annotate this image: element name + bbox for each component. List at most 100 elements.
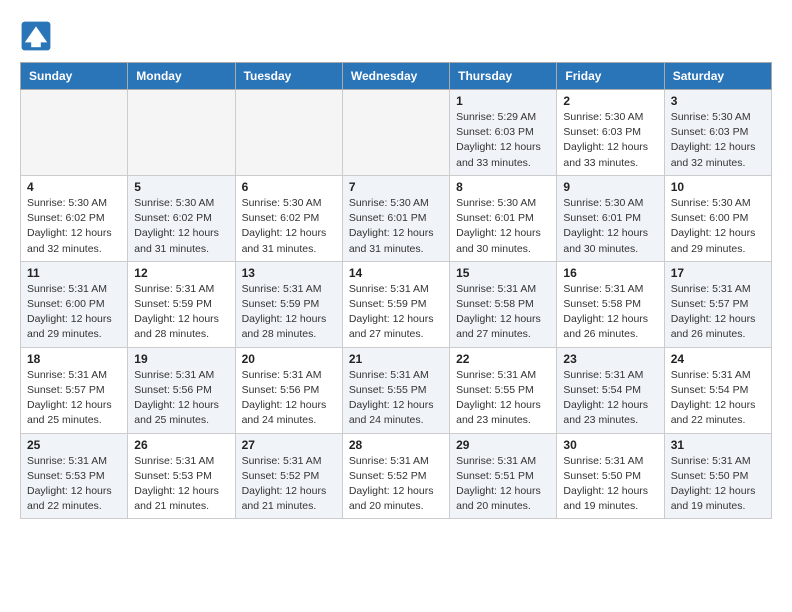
weekday-header-monday: Monday	[128, 63, 235, 90]
calendar-cell: 29 Sunrise: 5:31 AM Sunset: 5:51 PM Dayli…	[450, 433, 557, 519]
calendar-cell: 30 Sunrise: 5:31 AM Sunset: 5:50 PM Dayli…	[557, 433, 664, 519]
calendar-cell: 2 Sunrise: 5:30 AM Sunset: 6:03 PM Daylig…	[557, 90, 664, 176]
calendar-cell: 20 Sunrise: 5:31 AM Sunset: 5:56 PM Dayli…	[235, 347, 342, 433]
calendar-cell: 13Sunrise: 5:31 AM Sunset: 5:59 PM Dayli…	[235, 261, 342, 347]
calendar-cell	[342, 90, 449, 176]
day-info: Sunrise: 5:30 AM Sunset: 6:03 PM Dayligh…	[671, 110, 765, 171]
day-info: Sunrise: 5:31 AM Sunset: 5:55 PM Dayligh…	[456, 368, 550, 429]
day-info: Sunrise: 5:31 AM Sunset: 5:58 PM Dayligh…	[456, 282, 550, 343]
day-number: 12	[134, 266, 228, 280]
calendar-cell: 8Sunrise: 5:30 AM Sunset: 6:01 PM Daylig…	[450, 175, 557, 261]
day-number: 13	[242, 266, 336, 280]
calendar-cell: 4 Sunrise: 5:30 AM Sunset: 6:02 PM Daylig…	[21, 175, 128, 261]
day-number: 16	[563, 266, 657, 280]
day-info: Sunrise: 5:31 AM Sunset: 5:50 PM Dayligh…	[671, 454, 765, 515]
day-number: 2	[563, 94, 657, 108]
logo	[20, 20, 56, 52]
day-number: 25	[27, 438, 121, 452]
day-info: Sunrise: 5:31 AM Sunset: 5:53 PM Dayligh…	[27, 454, 121, 515]
day-number: 23	[563, 352, 657, 366]
calendar-cell: 3 Sunrise: 5:30 AM Sunset: 6:03 PM Daylig…	[664, 90, 771, 176]
day-info: Sunrise: 5:31 AM Sunset: 5:58 PM Dayligh…	[563, 282, 657, 343]
calendar-cell: 22 Sunrise: 5:31 AM Sunset: 5:55 PM Dayli…	[450, 347, 557, 433]
calendar-cell: 11Sunrise: 5:31 AM Sunset: 6:00 PM Dayli…	[21, 261, 128, 347]
calendar-cell: 24Sunrise: 5:31 AM Sunset: 5:54 PM Dayli…	[664, 347, 771, 433]
week-row-4: 25 Sunrise: 5:31 AM Sunset: 5:53 PM Dayli…	[21, 433, 772, 519]
day-number: 7	[349, 180, 443, 194]
weekday-header-thursday: Thursday	[450, 63, 557, 90]
calendar-cell: 28 Sunrise: 5:31 AM Sunset: 5:52 PM Dayli…	[342, 433, 449, 519]
day-number: 27	[242, 438, 336, 452]
calendar-cell: 18Sunrise: 5:31 AM Sunset: 5:57 PM Dayli…	[21, 347, 128, 433]
day-number: 3	[671, 94, 765, 108]
day-number: 22	[456, 352, 550, 366]
calendar-cell: 26 Sunrise: 5:31 AM Sunset: 5:53 PM Dayli…	[128, 433, 235, 519]
day-info: Sunrise: 5:31 AM Sunset: 5:56 PM Dayligh…	[242, 368, 336, 429]
week-row-0: 1Sunrise: 5:29 AM Sunset: 6:03 PM Daylig…	[21, 90, 772, 176]
day-number: 19	[134, 352, 228, 366]
day-info: Sunrise: 5:31 AM Sunset: 5:55 PM Dayligh…	[349, 368, 443, 429]
calendar-cell: 23 Sunrise: 5:31 AM Sunset: 5:54 PM Dayli…	[557, 347, 664, 433]
day-number: 30	[563, 438, 657, 452]
day-info: Sunrise: 5:31 AM Sunset: 5:50 PM Dayligh…	[563, 454, 657, 515]
day-info: Sunrise: 5:30 AM Sunset: 6:03 PM Dayligh…	[563, 110, 657, 171]
day-info: Sunrise: 5:31 AM Sunset: 5:53 PM Dayligh…	[134, 454, 228, 515]
weekday-header-friday: Friday	[557, 63, 664, 90]
week-row-1: 4 Sunrise: 5:30 AM Sunset: 6:02 PM Daylig…	[21, 175, 772, 261]
calendar-table: SundayMondayTuesdayWednesdayThursdayFrid…	[20, 62, 772, 519]
day-info: Sunrise: 5:31 AM Sunset: 5:52 PM Dayligh…	[242, 454, 336, 515]
page-header	[20, 20, 772, 52]
day-info: Sunrise: 5:29 AM Sunset: 6:03 PM Dayligh…	[456, 110, 550, 171]
day-info: Sunrise: 5:31 AM Sunset: 5:59 PM Dayligh…	[349, 282, 443, 343]
day-number: 4	[27, 180, 121, 194]
day-info: Sunrise: 5:30 AM Sunset: 6:01 PM Dayligh…	[563, 196, 657, 257]
calendar-cell: 25 Sunrise: 5:31 AM Sunset: 5:53 PM Dayli…	[21, 433, 128, 519]
weekday-header-row: SundayMondayTuesdayWednesdayThursdayFrid…	[21, 63, 772, 90]
day-number: 20	[242, 352, 336, 366]
day-info: Sunrise: 5:31 AM Sunset: 5:56 PM Dayligh…	[134, 368, 228, 429]
day-number: 31	[671, 438, 765, 452]
calendar-cell: 7Sunrise: 5:30 AM Sunset: 6:01 PM Daylig…	[342, 175, 449, 261]
calendar-cell: 27 Sunrise: 5:31 AM Sunset: 5:52 PM Dayli…	[235, 433, 342, 519]
day-number: 15	[456, 266, 550, 280]
day-number: 17	[671, 266, 765, 280]
day-info: Sunrise: 5:31 AM Sunset: 5:59 PM Dayligh…	[134, 282, 228, 343]
calendar-cell	[21, 90, 128, 176]
day-info: Sunrise: 5:31 AM Sunset: 5:52 PM Dayligh…	[349, 454, 443, 515]
calendar-cell: 21 Sunrise: 5:31 AM Sunset: 5:55 PM Dayli…	[342, 347, 449, 433]
calendar-cell: 9 Sunrise: 5:30 AM Sunset: 6:01 PM Daylig…	[557, 175, 664, 261]
day-info: Sunrise: 5:30 AM Sunset: 6:02 PM Dayligh…	[134, 196, 228, 257]
weekday-header-tuesday: Tuesday	[235, 63, 342, 90]
calendar-cell: 5 Sunrise: 5:30 AM Sunset: 6:02 PM Daylig…	[128, 175, 235, 261]
day-info: Sunrise: 5:30 AM Sunset: 6:02 PM Dayligh…	[242, 196, 336, 257]
day-info: Sunrise: 5:30 AM Sunset: 6:02 PM Dayligh…	[27, 196, 121, 257]
day-info: Sunrise: 5:31 AM Sunset: 6:00 PM Dayligh…	[27, 282, 121, 343]
day-number: 14	[349, 266, 443, 280]
day-info: Sunrise: 5:31 AM Sunset: 5:57 PM Dayligh…	[671, 282, 765, 343]
calendar-cell: 14 Sunrise: 5:31 AM Sunset: 5:59 PM Dayli…	[342, 261, 449, 347]
day-number: 10	[671, 180, 765, 194]
calendar-cell: 10Sunrise: 5:30 AM Sunset: 6:00 PM Dayli…	[664, 175, 771, 261]
calendar-cell: 31 Sunrise: 5:31 AM Sunset: 5:50 PM Dayli…	[664, 433, 771, 519]
calendar-cell: 12 Sunrise: 5:31 AM Sunset: 5:59 PM Dayli…	[128, 261, 235, 347]
day-number: 28	[349, 438, 443, 452]
day-number: 6	[242, 180, 336, 194]
day-info: Sunrise: 5:31 AM Sunset: 5:54 PM Dayligh…	[671, 368, 765, 429]
calendar-cell: 15 Sunrise: 5:31 AM Sunset: 5:58 PM Dayli…	[450, 261, 557, 347]
day-number: 26	[134, 438, 228, 452]
day-number: 5	[134, 180, 228, 194]
weekday-header-saturday: Saturday	[664, 63, 771, 90]
calendar-cell: 1Sunrise: 5:29 AM Sunset: 6:03 PM Daylig…	[450, 90, 557, 176]
day-number: 9	[563, 180, 657, 194]
day-info: Sunrise: 5:31 AM Sunset: 5:51 PM Dayligh…	[456, 454, 550, 515]
day-number: 29	[456, 438, 550, 452]
weekday-header-sunday: Sunday	[21, 63, 128, 90]
calendar-cell: 17 Sunrise: 5:31 AM Sunset: 5:57 PM Dayli…	[664, 261, 771, 347]
calendar-cell: 16 Sunrise: 5:31 AM Sunset: 5:58 PM Dayli…	[557, 261, 664, 347]
calendar-cell	[235, 90, 342, 176]
day-info: Sunrise: 5:31 AM Sunset: 5:54 PM Dayligh…	[563, 368, 657, 429]
day-number: 8	[456, 180, 550, 194]
day-number: 21	[349, 352, 443, 366]
day-number: 18	[27, 352, 121, 366]
calendar-cell	[128, 90, 235, 176]
